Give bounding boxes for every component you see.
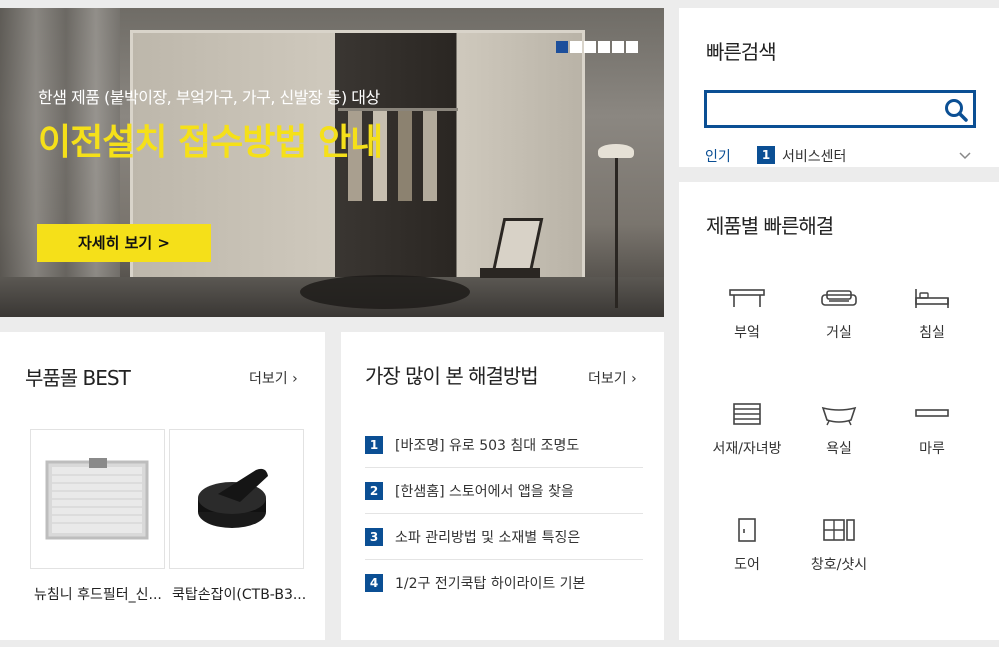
category-label: 부엌 [734, 325, 760, 341]
banner-subtitle: 한샘 제품 (붙박이장, 부엌가구, 가구, 신발장 등) 대상 [38, 88, 380, 107]
quick-resolve-title: 제품별 빠른해결 [706, 214, 834, 238]
product-name[interactable]: 뉴침니 후드필터_신... [34, 584, 172, 604]
solution-item[interactable]: 2 [한샘홈] 스토어에서 앱을 찾을 [365, 468, 643, 514]
top-solutions-title: 가장 많이 본 해결방법 [365, 364, 539, 388]
solution-text: 소파 관리방법 및 소재별 특징은 [395, 529, 581, 546]
parts-more-link[interactable]: 더보기 › [249, 368, 298, 388]
banner-pager-dot-3[interactable] [584, 41, 596, 53]
category-bedroom[interactable]: 침실 [886, 286, 978, 342]
category-floor[interactable]: 마루 [886, 402, 978, 458]
search-icon[interactable] [943, 97, 969, 123]
banner-headline: 이전설치 접수방법 안내 [38, 122, 383, 163]
door-icon [738, 518, 756, 542]
category-living-room[interactable]: 거실 [793, 286, 885, 342]
popular-keyword[interactable]: 서비스센터 [782, 146, 846, 166]
category-label: 도어 [734, 557, 760, 573]
banner-pager-dot-4[interactable] [598, 41, 610, 53]
bookshelf-icon [733, 403, 761, 425]
solution-item[interactable]: 4 1/2구 전기쿡탑 하이라이트 기본 [365, 560, 643, 606]
parts-mall-title: 부품몰 BEST [25, 366, 131, 390]
category-kitchen[interactable]: 부엌 [701, 286, 793, 342]
quick-resolve-card: 제품별 빠른해결 부엌 거실 침실 서재/자녀방 욕실 마루 도어 창호/샷시 [679, 182, 999, 640]
category-label: 침실 [919, 325, 945, 341]
banner-image-rug [300, 275, 470, 309]
category-label: 창호/샷시 [810, 557, 868, 573]
solutions-list: 1 [바조명] 유로 503 침대 조명도 2 [한샘홈] 스토어에서 앱을 찾… [365, 422, 643, 606]
window-icon [823, 519, 855, 541]
top-solutions-card: 가장 많이 본 해결방법 더보기 › 1 [바조명] 유로 503 침대 조명도… [341, 332, 664, 640]
chevron-down-icon[interactable] [958, 147, 972, 161]
search-box [704, 90, 976, 128]
category-label: 욕실 [826, 441, 852, 457]
bed-icon [915, 289, 949, 308]
rank-badge: 1 [757, 146, 775, 164]
solution-text: [한샘홈] 스토어에서 앱을 찾을 [395, 483, 574, 500]
category-door[interactable]: 도어 [701, 518, 793, 574]
banner-detail-button[interactable]: 자세히 보기 > [37, 224, 211, 262]
banner-pager-dot-5[interactable] [612, 41, 624, 53]
solution-item[interactable]: 1 [바조명] 유로 503 침대 조명도 [365, 422, 643, 468]
category-window[interactable]: 창호/샷시 [793, 518, 885, 574]
popular-label: 인기 [705, 149, 731, 165]
category-label: 마루 [919, 441, 945, 457]
floor-board-icon [915, 409, 949, 417]
product-image-cooktop-knob[interactable] [169, 429, 304, 569]
kitchen-table-icon [729, 289, 765, 307]
rank-badge: 3 [365, 527, 383, 546]
banner-pager-dot-2[interactable] [570, 41, 582, 53]
category-study[interactable]: 서재/자녀방 [701, 402, 793, 458]
banner-pager [556, 41, 638, 53]
banner-image-chair [475, 218, 555, 308]
banner-pager-dot-6[interactable] [626, 41, 638, 53]
quick-search-title: 빠른검색 [706, 40, 777, 64]
solution-text: [바조명] 유로 503 침대 조명도 [395, 437, 580, 454]
rank-badge: 2 [365, 481, 383, 500]
category-bathroom[interactable]: 욕실 [793, 402, 885, 458]
parts-mall-card: 부품몰 BEST 더보기 › 뉴침니 후드필터_신... 쿡탑손잡이(CTB-B… [0, 332, 325, 640]
search-input[interactable] [707, 93, 935, 125]
rank-badge: 4 [365, 574, 383, 592]
solution-text: 1/2구 전기쿡탑 하이라이트 기본 [395, 576, 586, 592]
category-label: 서재/자녀방 [712, 441, 782, 457]
product-image-range-hood-filter[interactable] [30, 429, 165, 569]
solutions-more-link[interactable]: 더보기 › [588, 368, 637, 388]
main-banner[interactable]: 한샘 제품 (붙박이장, 부엌가구, 가구, 신발장 등) 대상 이전설치 접수… [0, 8, 664, 317]
category-label: 거실 [826, 325, 852, 341]
bathtub-icon [821, 406, 857, 426]
quick-search-card: 빠른검색 인기 1 서비스센터 [679, 8, 999, 167]
sofa-icon [821, 290, 857, 306]
banner-image-lamp [598, 144, 638, 314]
banner-pager-dot-1[interactable] [556, 41, 568, 53]
solution-item[interactable]: 3 소파 관리방법 및 소재별 특징은 [365, 514, 643, 560]
rank-badge: 1 [365, 435, 383, 454]
product-name[interactable]: 쿡탑손잡이(CTB-B3... [172, 584, 310, 604]
